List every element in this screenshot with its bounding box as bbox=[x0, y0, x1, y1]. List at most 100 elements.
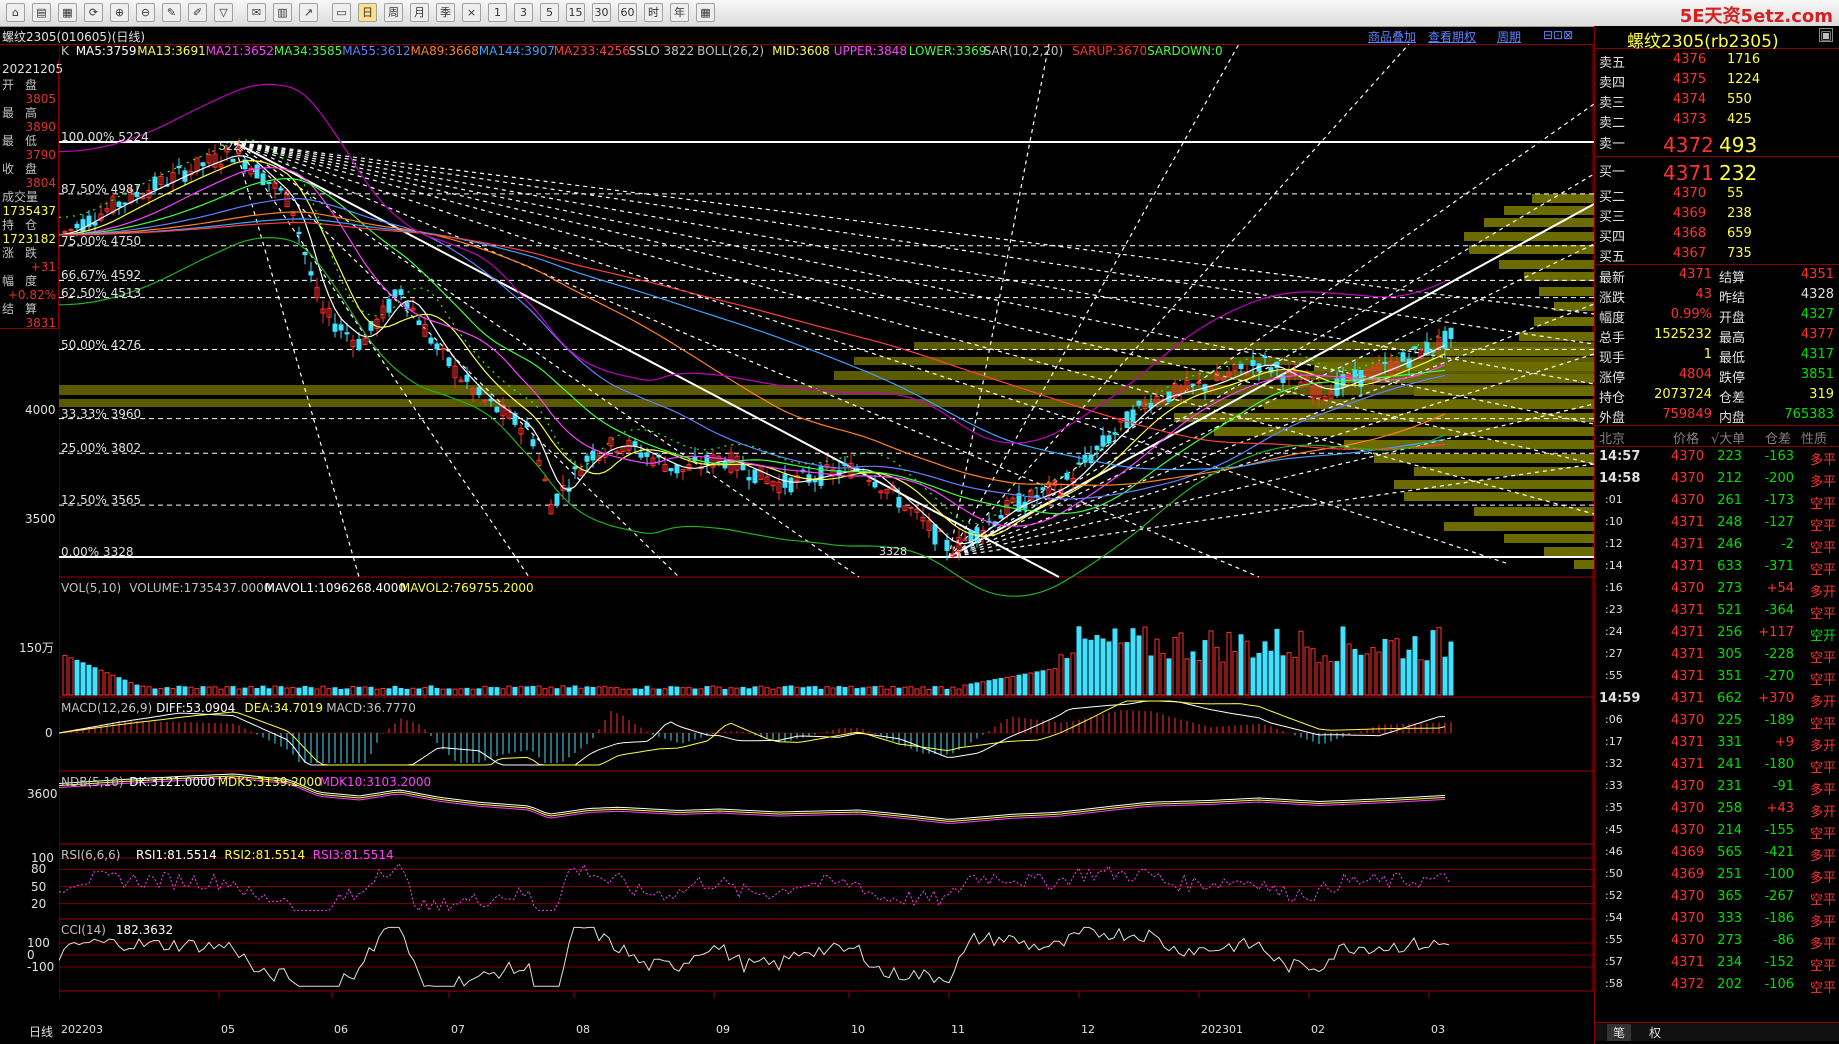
panel-toggle-icon[interactable]: ▣ bbox=[1819, 28, 1833, 42]
tick-row[interactable]: :55 4371 351 -270 空平 bbox=[1595, 666, 1839, 688]
chart-area[interactable]: K MA5:3759 MA13:3691 MA21:3652 MA34:3585 MA55… bbox=[19, 44, 1594, 1039]
tab-trades[interactable]: 笔 bbox=[1607, 1024, 1632, 1041]
tick-header-cell: 仓差 bbox=[1765, 432, 1792, 447]
toolbar-60-button[interactable]: 60 bbox=[618, 3, 637, 22]
toolbar-15-button[interactable]: 15 bbox=[566, 3, 585, 22]
tick-oi-change: +43 bbox=[1766, 801, 1794, 816]
tick-row[interactable]: :10 4371 248 -127 空平 bbox=[1595, 512, 1839, 534]
tick-row[interactable]: :01 4370 261 -173 空平 bbox=[1595, 490, 1839, 512]
tick-row[interactable]: 14:59 4371 662 +370 多开 bbox=[1595, 688, 1839, 710]
x-axis-tick: 07 bbox=[451, 1023, 465, 1036]
tick-row[interactable]: 14:58 4370 212 -200 多平 bbox=[1595, 468, 1839, 490]
toolbar-chat-button[interactable]: ✉ bbox=[247, 3, 266, 22]
toolbar-home-button[interactable]: ⌂ bbox=[6, 3, 25, 22]
tick-row[interactable]: :45 4370 214 -155 空平 bbox=[1595, 820, 1839, 842]
info-value: 3831 bbox=[25, 316, 56, 330]
tick-price: 4371 bbox=[1671, 955, 1705, 970]
tick-time: :12 bbox=[1605, 537, 1623, 550]
toolbar-quarter-button[interactable]: 季 bbox=[436, 3, 455, 22]
quote-row: 卖三 4374 550 bbox=[1595, 90, 1839, 111]
tick-price: 4370 bbox=[1671, 801, 1705, 816]
info-value: 1723182 bbox=[2, 232, 56, 246]
main-legend-item: BOLL(26,2) bbox=[697, 44, 765, 58]
bid-price: 4370 bbox=[1673, 186, 1707, 201]
main-legend-item: MA5:3759 bbox=[75, 44, 137, 58]
toolbar-chart-button[interactable]: ▦ bbox=[58, 3, 77, 22]
toolbar-hour-button[interactable]: 时 bbox=[644, 3, 663, 22]
toolbar-x-button[interactable]: × bbox=[462, 3, 481, 22]
tick-oi-change: +54 bbox=[1766, 581, 1794, 596]
tick-row[interactable]: :35 4370 258 +43 多开 bbox=[1595, 798, 1839, 820]
toolbar-zoom-out-button[interactable]: ⊖ bbox=[136, 3, 155, 22]
toolbar-table-button[interactable]: ▥ bbox=[273, 3, 292, 22]
tick-row[interactable]: :46 4369 565 -421 多平 bbox=[1595, 842, 1839, 864]
toolbar-zoom-in-button[interactable]: ⊕ bbox=[110, 3, 129, 22]
view-options-link[interactable]: 查看期权 bbox=[1428, 28, 1476, 45]
ask-label: 卖二 bbox=[1599, 116, 1626, 131]
tick-oi-change: -106 bbox=[1764, 977, 1794, 992]
toolbar-filter-button[interactable]: ▽ bbox=[214, 3, 233, 22]
toolbar-calc-button[interactable]: ▦ bbox=[696, 3, 715, 22]
tick-row[interactable]: :57 4371 234 -152 空平 bbox=[1595, 952, 1839, 974]
toolbar-refresh-button[interactable]: ⟳ bbox=[84, 3, 103, 22]
tick-row[interactable]: :06 4370 225 -189 空平 bbox=[1595, 710, 1839, 732]
bid-label: 买二 bbox=[1599, 190, 1626, 205]
tick-nature: 空平 bbox=[1809, 761, 1836, 776]
toolbar-line-button[interactable]: ↗ bbox=[299, 3, 318, 22]
toolbar-tag-button[interactable]: ▭ bbox=[332, 3, 351, 22]
low-price-label: 3328 bbox=[879, 545, 907, 558]
stats-row: 涨跌 43 昨结 4328 bbox=[1595, 285, 1839, 306]
tick-row[interactable]: :24 4371 256 +117 空开 bbox=[1595, 622, 1839, 644]
ask-label: 卖四 bbox=[1599, 76, 1626, 91]
tick-row[interactable]: :52 4370 365 -267 空平 bbox=[1595, 886, 1839, 908]
toolbar-5-button[interactable]: 5 bbox=[540, 3, 559, 22]
cci-axis-label: -100 bbox=[27, 960, 55, 974]
volume-axis-label: 150万 bbox=[19, 641, 54, 655]
tick-row[interactable]: :50 4369 251 -100 多平 bbox=[1595, 864, 1839, 886]
tab-rights[interactable]: 权 bbox=[1643, 1024, 1667, 1041]
tick-row[interactable]: :23 4371 521 -364 空平 bbox=[1595, 600, 1839, 622]
ndb-legend-item: MDK10:3103.2000 bbox=[319, 775, 432, 789]
toolbar-draw-button[interactable]: ✎ bbox=[162, 3, 181, 22]
tick-row[interactable]: 14:57 4370 223 -163 多平 bbox=[1595, 446, 1839, 468]
tick-volume: 202 bbox=[1717, 977, 1742, 992]
toolbar-30-button[interactable]: 30 bbox=[592, 3, 611, 22]
toolbar-week-button[interactable]: 周 bbox=[384, 3, 403, 22]
window-controls-icon[interactable]: ⊟⊡⊠ bbox=[1543, 28, 1573, 42]
toolbar-pen-button[interactable]: ✐ bbox=[188, 3, 207, 22]
tick-row[interactable]: :27 4371 305 -228 空平 bbox=[1595, 644, 1839, 666]
tick-oi-change: -100 bbox=[1764, 867, 1794, 882]
tick-time: :10 bbox=[1605, 515, 1623, 528]
stat-label: 最高 bbox=[1719, 331, 1746, 346]
tick-row[interactable]: :17 4371 331 +9 多开 bbox=[1595, 732, 1839, 754]
tick-price: 4370 bbox=[1671, 889, 1705, 904]
tick-volume: 246 bbox=[1717, 537, 1742, 552]
tick-time: :24 bbox=[1605, 625, 1623, 638]
tick-row[interactable]: :54 4370 333 -186 多平 bbox=[1595, 908, 1839, 930]
tick-row[interactable]: :32 4371 241 -180 空平 bbox=[1595, 754, 1839, 776]
period-link[interactable]: 周期 bbox=[1497, 28, 1521, 45]
tick-row[interactable]: :16 4370 273 +54 多开 bbox=[1595, 578, 1839, 600]
toolbar-3-button[interactable]: 3 bbox=[514, 3, 533, 22]
fib-level-label: 87.50% 4987 bbox=[61, 181, 142, 196]
stat-label: 外盘 bbox=[1599, 411, 1626, 426]
tick-row[interactable]: :33 4370 231 -91 多平 bbox=[1595, 776, 1839, 798]
tick-row[interactable]: :12 4371 246 -2 空平 bbox=[1595, 534, 1839, 556]
toolbar-folder-button[interactable]: ▤ bbox=[32, 3, 51, 22]
stat-value: 4371 bbox=[1678, 267, 1712, 282]
tick-row[interactable]: :58 4372 202 -106 空平 bbox=[1595, 974, 1839, 996]
info-value: 3790 bbox=[25, 148, 56, 162]
tick-row[interactable]: :55 4370 273 -86 多平 bbox=[1595, 930, 1839, 952]
tick-nature: 空平 bbox=[1809, 959, 1836, 974]
toolbar-1-button[interactable]: 1 bbox=[488, 3, 507, 22]
tick-volume: 248 bbox=[1717, 515, 1742, 530]
tick-oi-change: +370 bbox=[1758, 691, 1794, 706]
tick-time: 14:59 bbox=[1599, 691, 1641, 706]
toolbar-month-button[interactable]: 月 bbox=[410, 3, 429, 22]
bottom-tabs: 笔权 bbox=[1595, 1022, 1839, 1041]
toolbar-day-button[interactable]: 日 bbox=[358, 3, 377, 22]
info-label: 收盘 bbox=[2, 162, 49, 176]
tick-row[interactable]: :14 4371 633 -371 空平 bbox=[1595, 556, 1839, 578]
toolbar-year-button[interactable]: 年 bbox=[670, 3, 689, 22]
commodity-overlay-link[interactable]: 商品叠加 bbox=[1368, 28, 1416, 45]
